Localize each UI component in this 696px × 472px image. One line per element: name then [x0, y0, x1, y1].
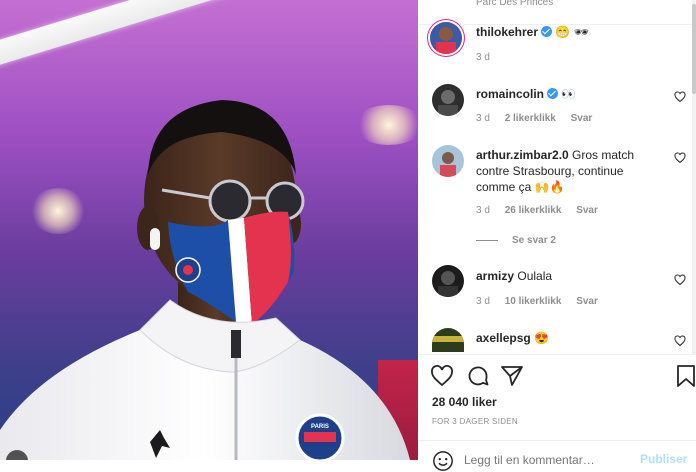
- comment-meta: 3 d 26 likerklikk Svar: [476, 205, 598, 216]
- publish-button[interactable]: Publiser: [640, 452, 687, 466]
- view-replies-label: Se svar 2: [512, 235, 556, 246]
- comment-body: thilokehrer 😁 🕶: [476, 24, 666, 40]
- comment-time[interactable]: 3 d: [476, 205, 490, 216]
- view-replies-button[interactable]: Se svar 2: [476, 235, 556, 246]
- player-figure: PARIS: [0, 100, 410, 460]
- likes-count[interactable]: 28 040 liker: [432, 395, 497, 409]
- replies-line: [476, 239, 498, 241]
- heart-icon[interactable]: [674, 274, 686, 286]
- bookmark-icon[interactable]: [674, 364, 696, 388]
- comment-time[interactable]: 3 d: [476, 113, 490, 124]
- heart-icon[interactable]: [430, 364, 454, 388]
- heart-icon[interactable]: [674, 335, 686, 347]
- divider: [418, 354, 696, 355]
- heart-icon[interactable]: [674, 152, 686, 164]
- svg-text:PARIS: PARIS: [311, 424, 329, 430]
- comment-username[interactable]: axellepsg: [476, 331, 531, 345]
- comment-meta: 3 d 10 likerklikk Svar: [476, 296, 598, 307]
- scrollbar-thumb[interactable]: [692, 4, 696, 94]
- comments-scrollbar[interactable]: [692, 0, 696, 354]
- comment-username[interactable]: arthur.zimbar2.0: [476, 148, 569, 162]
- post-location[interactable]: Parc Des Princes: [476, 0, 553, 8]
- reply-button[interactable]: Svar: [576, 205, 598, 216]
- comment-text: Oulala: [517, 269, 553, 283]
- avatar[interactable]: [432, 145, 464, 177]
- comment-likes[interactable]: 26 likerklikk: [505, 205, 562, 216]
- comment-input[interactable]: [462, 452, 616, 468]
- comment-time[interactable]: 3 d: [476, 52, 490, 63]
- post-timestamp[interactable]: FOR 3 DAGER SIDEN: [432, 417, 518, 426]
- comment-meta: 3 d: [476, 52, 490, 63]
- comment-body: romaincolin 👀: [476, 86, 666, 102]
- heart-icon[interactable]: [674, 91, 686, 103]
- comment-text: 👀: [561, 87, 577, 101]
- comment-text: 😁 🕶: [555, 25, 589, 39]
- reply-button[interactable]: Svar: [571, 113, 593, 124]
- comment-icon[interactable]: [466, 364, 490, 388]
- comment-username[interactable]: armizy: [476, 269, 514, 283]
- comment-likes[interactable]: 2 likerklikk: [505, 113, 556, 124]
- comment-username[interactable]: romaincolin: [476, 87, 544, 101]
- comment-body: arthur.zimbar2.0 Gros match contre Stras…: [476, 147, 666, 195]
- divider: [418, 440, 696, 441]
- comment-username[interactable]: thilokehrer: [476, 25, 538, 39]
- avatar[interactable]: [432, 328, 464, 352]
- avatar[interactable]: [432, 84, 464, 116]
- comment-likes[interactable]: 10 likerklikk: [505, 296, 562, 307]
- avatar[interactable]: [432, 265, 464, 297]
- post-sidebar: Parc Des Princes thilokehrer 😁 🕶 3 d rom…: [418, 0, 696, 471]
- comment-time[interactable]: 3 d: [476, 296, 490, 307]
- avatar[interactable]: [430, 22, 462, 54]
- comment-text: 😍: [534, 331, 549, 345]
- verified-badge-icon: [547, 88, 559, 99]
- reply-button[interactable]: Svar: [576, 296, 598, 307]
- emoji-icon[interactable]: [432, 450, 454, 472]
- post-photo[interactable]: PARIS: [0, 0, 418, 460]
- verified-badge-icon: [541, 26, 553, 37]
- comment-meta: 3 d 2 likerklikk Svar: [476, 113, 592, 124]
- comment-body: armizy Oulala: [476, 268, 666, 284]
- share-icon[interactable]: [500, 364, 524, 388]
- comment-body: axellepsg 😍: [476, 330, 666, 346]
